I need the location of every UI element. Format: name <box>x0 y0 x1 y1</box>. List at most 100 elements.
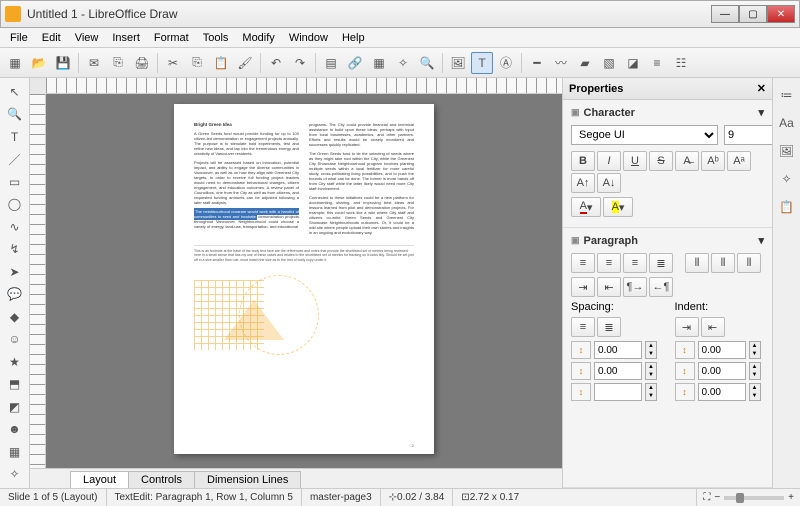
tab-dimension-lines[interactable]: Dimension Lines <box>194 471 301 488</box>
align-center[interactable]: ≡ <box>597 253 621 273</box>
pdf-icon[interactable]: ⎘ <box>107 52 129 74</box>
zoom-slider[interactable] <box>724 496 784 500</box>
zoom-fit-icon[interactable]: ⛶ <box>703 492 710 503</box>
char-style-6[interactable]: Aᵃ <box>727 151 751 171</box>
line-style-icon[interactable]: ━ <box>526 52 548 74</box>
font-select[interactable]: Segoe UI <box>571 125 718 145</box>
close-button[interactable]: ✕ <box>767 5 795 23</box>
page[interactable]: Bright Green Idea A Green Seeds fund wou… <box>174 104 434 454</box>
char-style-4[interactable]: A̶ <box>675 151 699 171</box>
indent-dec-icon[interactable]: ⇤ <box>701 317 725 337</box>
char-style-0[interactable]: B <box>571 151 595 171</box>
grid-icon[interactable]: ▦ <box>368 52 390 74</box>
menu-window[interactable]: Window <box>283 30 334 46</box>
indent-spin-2[interactable]: ▲▼ <box>749 383 761 401</box>
align-icon[interactable]: ≡ <box>646 52 668 74</box>
paste-icon[interactable]: 📋 <box>210 52 232 74</box>
indent-rtl[interactable]: ←¶ <box>649 277 673 297</box>
minimize-button[interactable]: — <box>711 5 739 23</box>
navigator-icon[interactable]: ✧ <box>392 52 414 74</box>
mail-icon[interactable]: ✉ <box>83 52 105 74</box>
tab-layout[interactable]: Layout <box>70 471 129 488</box>
menu-edit[interactable]: Edit <box>36 30 67 46</box>
char-style-2[interactable]: U <box>623 151 647 171</box>
canvas-scroll[interactable]: Bright Green Idea A Green Seeds fund wou… <box>46 94 562 468</box>
spacing-dec-icon[interactable]: ≣ <box>597 317 621 337</box>
menu-format[interactable]: Format <box>148 30 195 46</box>
basic-shapes-icon[interactable]: ◆ <box>3 307 27 327</box>
char-style-3[interactable]: S <box>649 151 673 171</box>
smiley-icon[interactable]: ☻ <box>3 420 27 440</box>
indent-inc-icon[interactable]: ⇥ <box>675 317 699 337</box>
indent-input-1[interactable] <box>698 362 746 380</box>
symbol-icon[interactable]: ☺ <box>3 330 27 350</box>
menu-tools[interactable]: Tools <box>197 30 235 46</box>
panel-close-icon[interactable]: ✕ <box>757 82 766 95</box>
undo-icon[interactable]: ↶ <box>265 52 287 74</box>
spacing-input-0[interactable] <box>594 341 642 359</box>
extrusion-icon[interactable]: ◪ <box>622 52 644 74</box>
chart-icon[interactable]: ▤ <box>320 52 342 74</box>
align-bottom[interactable]: ⫴ <box>737 253 761 273</box>
styles-icon[interactable]: Aa <box>776 112 798 134</box>
arrange-icon[interactable]: ☷ <box>670 52 692 74</box>
copy-icon[interactable]: ⎘ <box>186 52 208 74</box>
section-more-icon[interactable]: ▾ <box>758 106 764 119</box>
spacing-inc-icon[interactable]: ≡ <box>571 317 595 337</box>
curve-icon[interactable]: ∿ <box>3 217 27 237</box>
ellipse-icon[interactable]: ◯ <box>3 195 27 215</box>
menu-file[interactable]: File <box>4 30 34 46</box>
align-top[interactable]: ⫴ <box>685 253 709 273</box>
grid-icon[interactable]: ▦ <box>3 442 27 462</box>
indent-input-0[interactable] <box>698 341 746 359</box>
char-style-8[interactable]: A↓ <box>597 173 621 193</box>
star-icon[interactable]: ★ <box>3 352 27 372</box>
save-icon[interactable]: 💾 <box>52 52 74 74</box>
zoom-in-button[interactable]: + <box>788 492 794 503</box>
hyperlink-icon[interactable]: 🔗 <box>344 52 366 74</box>
zoom-out-button[interactable]: − <box>714 492 720 503</box>
new-icon[interactable]: ▦ <box>4 52 26 74</box>
char-style-7[interactable]: A↑ <box>571 173 595 193</box>
indent-spin-1[interactable]: ▲▼ <box>749 362 761 380</box>
properties-icon[interactable]: ≔ <box>776 84 798 106</box>
menu-insert[interactable]: Insert <box>106 30 146 46</box>
char-style-5[interactable]: Aᵇ <box>701 151 725 171</box>
zoom-control[interactable]: ⛶ − + <box>697 492 800 503</box>
arrow-icon[interactable]: ➤ <box>3 262 27 282</box>
line-color-icon[interactable]: 〰 <box>550 52 572 74</box>
fontwork-icon[interactable]: Ⓐ <box>495 52 517 74</box>
menu-help[interactable]: Help <box>336 30 371 46</box>
spacing-spin-1[interactable]: ▲▼ <box>645 362 657 380</box>
align-left[interactable]: ≡ <box>571 253 595 273</box>
select-icon[interactable]: ↖ <box>3 82 27 102</box>
indent-inc[interactable]: ⇥ <box>571 277 595 297</box>
indent-ltr[interactable]: ¶→ <box>623 277 647 297</box>
navigator-icon[interactable]: ✧ <box>776 168 798 190</box>
open-icon[interactable]: 📂 <box>28 52 50 74</box>
align-justify[interactable]: ≣ <box>649 253 673 273</box>
indent-spin-0[interactable]: ▲▼ <box>749 341 761 359</box>
connector-icon[interactable]: ↯ <box>3 240 27 260</box>
print-icon[interactable]: 🖨 <box>131 52 153 74</box>
highlight-color-button[interactable]: A▾ <box>603 197 633 217</box>
font-color-button[interactable]: A▾ <box>571 197 601 217</box>
spacing-spin-2[interactable]: ▲▼ <box>645 383 657 401</box>
clipboard-icon[interactable]: 📋 <box>776 196 798 218</box>
text-icon[interactable]: T <box>471 52 493 74</box>
gallery-icon[interactable]: 🖼 <box>447 52 469 74</box>
spacing-input-2[interactable] <box>594 383 642 401</box>
align-right[interactable]: ≡ <box>623 253 647 273</box>
cut-icon[interactable]: ✂ <box>162 52 184 74</box>
rect-icon[interactable]: ▭ <box>3 172 27 192</box>
tab-controls[interactable]: Controls <box>128 471 195 488</box>
zoom-icon[interactable]: 🔍 <box>416 52 438 74</box>
shadow-icon[interactable]: ▧ <box>598 52 620 74</box>
gallery-icon[interactable]: 🖼 <box>776 140 798 162</box>
char-style-1[interactable]: I <box>597 151 621 171</box>
align-vcenter[interactable]: ⫴ <box>711 253 735 273</box>
indent-dec[interactable]: ⇤ <box>597 277 621 297</box>
format-paint-icon[interactable]: 🖌 <box>234 52 256 74</box>
effects-icon[interactable]: ✧ <box>3 465 27 485</box>
redo-icon[interactable]: ↷ <box>289 52 311 74</box>
